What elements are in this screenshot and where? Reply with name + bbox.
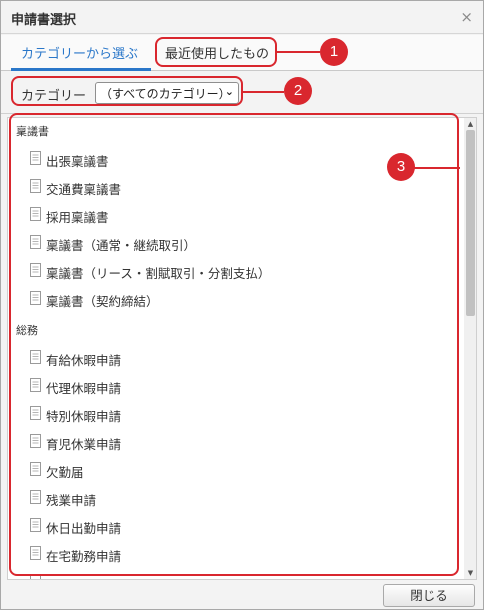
annotation-line-3 bbox=[414, 167, 460, 169]
active-tab-indicator bbox=[11, 68, 151, 71]
annotation-line-1 bbox=[276, 51, 320, 53]
annotation-line-2 bbox=[242, 91, 284, 93]
annotation-box-1 bbox=[155, 37, 277, 67]
annotation-box-2 bbox=[11, 76, 243, 106]
annotation-badge-1: 1 bbox=[320, 38, 348, 66]
annotation-box-3 bbox=[9, 113, 459, 576]
scrollbar-thumb[interactable] bbox=[466, 130, 475, 316]
close-button[interactable]: 閉じる bbox=[383, 584, 475, 607]
close-icon[interactable]: × bbox=[460, 9, 473, 25]
scroll-down-arrow-icon[interactable]: ▼ bbox=[464, 569, 476, 577]
annotation-badge-3: 3 bbox=[387, 153, 415, 181]
tab-by-category[interactable]: カテゴリーから選ぶ bbox=[21, 43, 138, 62]
dialog-title: 申請書選択 bbox=[11, 13, 77, 28]
scrollbar[interactable]: ▲ ▼ bbox=[464, 118, 476, 579]
dialog-footer: 閉じる bbox=[1, 581, 483, 609]
dialog-titlebar: 申請書選択 × bbox=[1, 1, 483, 34]
annotation-badge-2: 2 bbox=[284, 77, 312, 105]
scroll-up-arrow-icon[interactable]: ▲ bbox=[464, 120, 476, 128]
